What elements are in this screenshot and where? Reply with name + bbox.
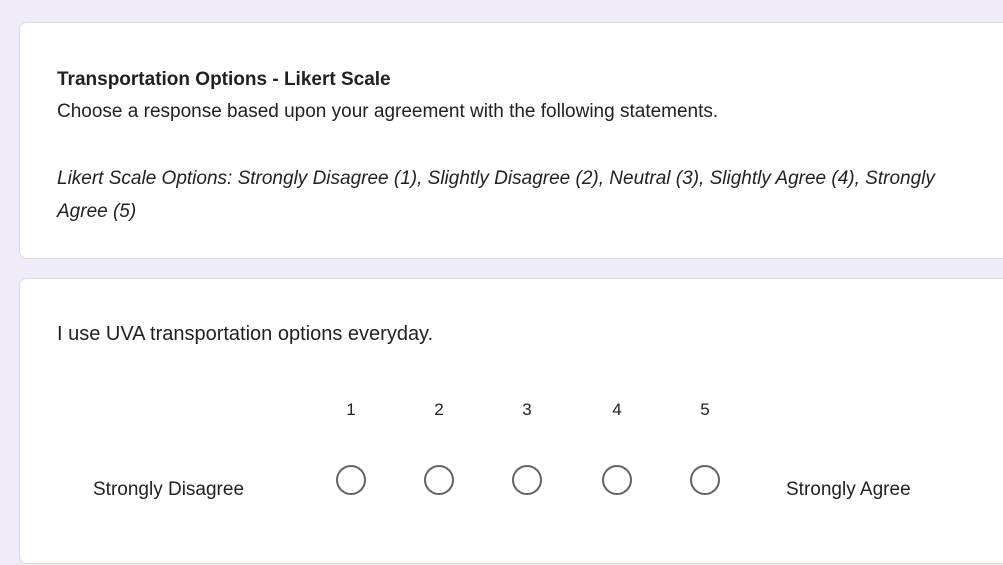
scale-number-3: 3	[522, 400, 532, 419]
question-text: I use UVA transportation options everyda…	[57, 323, 434, 345]
form-title: Transportation Options - Likert Scale	[57, 69, 391, 90]
scale-number-5: 5	[700, 400, 710, 419]
radio-option-3[interactable]	[512, 465, 542, 495]
radio-option-1[interactable]	[336, 465, 366, 495]
question-card: I use UVA transportation options everyda…	[19, 278, 1003, 564]
scale-number-1: 1	[346, 400, 356, 419]
form-description: Choose a response based upon your agreem…	[57, 101, 719, 122]
radio-option-2[interactable]	[424, 465, 454, 495]
form-header-card: Transportation Options - Likert Scale Ch…	[19, 22, 1003, 259]
scale-number-2: 2	[434, 400, 444, 419]
scale-number-4: 4	[612, 400, 622, 419]
form-scale-note: Likert Scale Options: Strongly Disagree …	[57, 168, 935, 222]
high-end-label: Strongly Agree	[786, 479, 911, 500]
low-end-label: Strongly Disagree	[93, 479, 245, 500]
radio-option-4[interactable]	[602, 465, 632, 495]
radio-option-5[interactable]	[690, 465, 720, 495]
